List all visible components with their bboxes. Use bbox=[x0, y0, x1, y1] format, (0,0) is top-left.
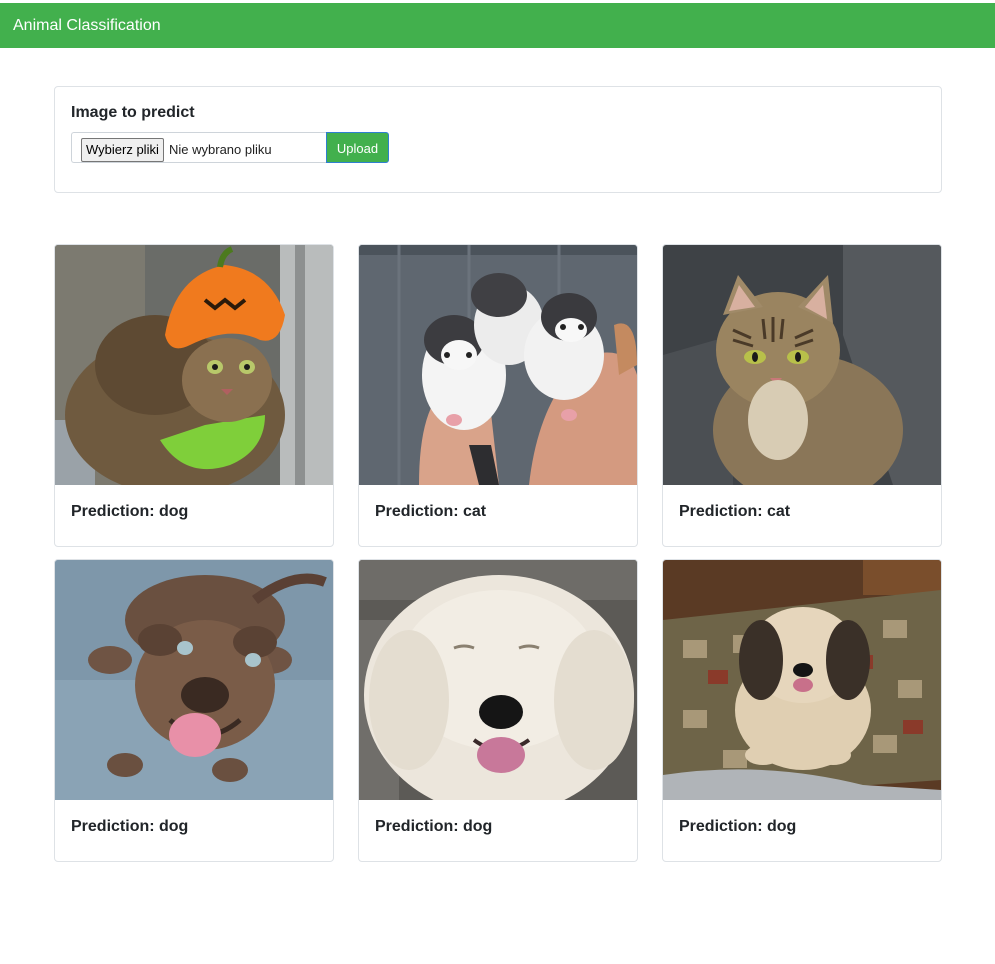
file-input[interactable]: Wybierz pliki Nie wybrano pliku bbox=[71, 132, 327, 163]
prediction-label: Prediction: dog bbox=[375, 818, 493, 835]
tabby-cat-pumpkin-hat-image bbox=[55, 245, 333, 485]
upload-title: Image to predict bbox=[71, 104, 195, 121]
prediction-card: Prediction: dog bbox=[54, 244, 334, 547]
prediction-card: Prediction: dog bbox=[54, 559, 334, 862]
prediction-label: Prediction: dog bbox=[679, 818, 797, 835]
prediction-label: Prediction: cat bbox=[375, 503, 487, 520]
navbar: Animal Classification bbox=[0, 3, 995, 48]
prediction-label: Prediction: cat bbox=[679, 503, 791, 520]
prediction-label: Prediction: dog bbox=[71, 818, 189, 835]
tabby-cat-sitting-image bbox=[663, 245, 941, 485]
white-fluffy-dog-closeup-image bbox=[359, 560, 637, 800]
choose-file-button[interactable]: Wybierz pliki bbox=[81, 138, 164, 162]
brown-pitbull-tongue-out-image bbox=[55, 560, 333, 800]
small-shaggy-dog-on-rug-image bbox=[663, 560, 941, 800]
upload-card: Image to predict Wybierz pliki Nie wybra… bbox=[54, 86, 942, 193]
navbar-brand[interactable]: Animal Classification bbox=[13, 17, 161, 34]
file-status: Nie wybrano pliku bbox=[169, 142, 272, 157]
upload-button[interactable]: Upload bbox=[326, 132, 389, 163]
prediction-card: Prediction: cat bbox=[358, 244, 638, 547]
prediction-card: Prediction: cat bbox=[662, 244, 942, 547]
prediction-card: Prediction: dog bbox=[662, 559, 942, 862]
three-kittens-held-image bbox=[359, 245, 637, 485]
prediction-label: Prediction: dog bbox=[71, 503, 189, 520]
prediction-card: Prediction: dog bbox=[358, 559, 638, 862]
